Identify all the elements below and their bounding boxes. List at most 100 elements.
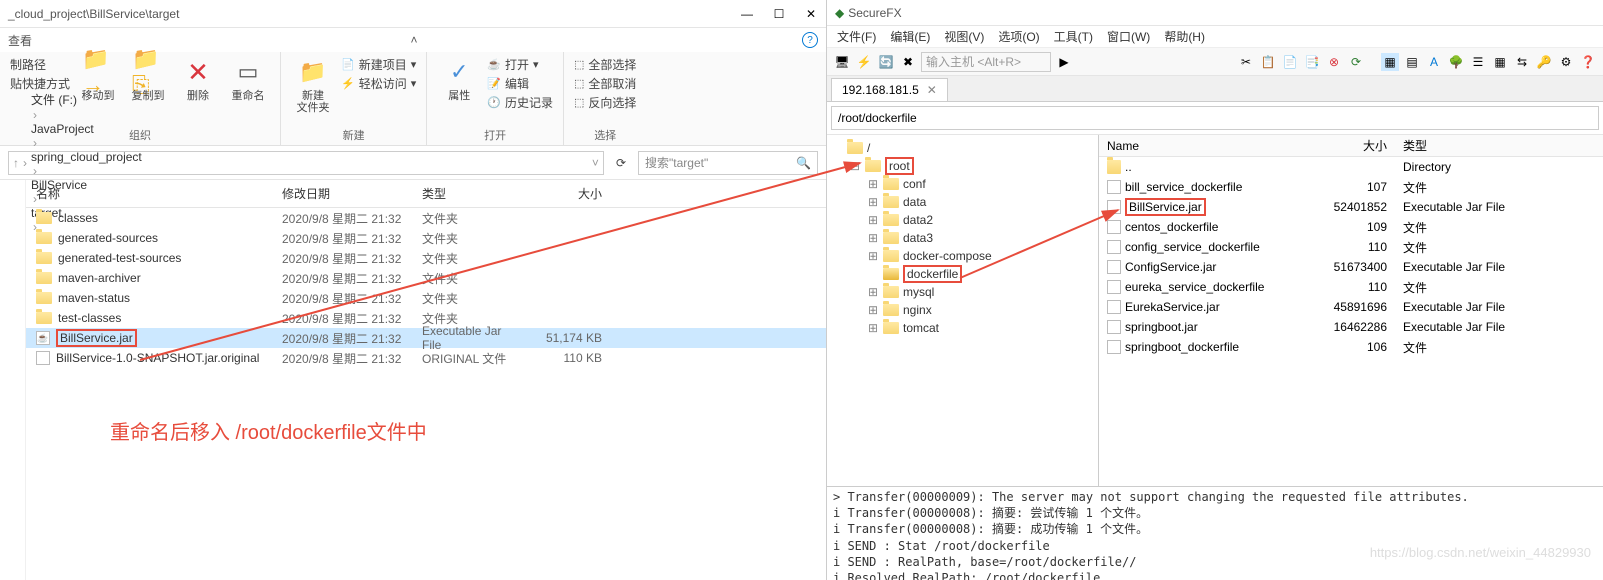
delete-icon[interactable]: ⊗ [1325, 53, 1343, 71]
tree-node[interactable]: ⊞data2 [831, 211, 1094, 229]
copy-icon[interactable]: 📋 [1259, 53, 1277, 71]
collapse-ribbon-icon[interactable]: ˄ [411, 33, 418, 47]
sfx-col-size[interactable]: 大小 [1329, 137, 1395, 154]
paste-icon[interactable]: 📄 [1281, 53, 1299, 71]
tree-node[interactable]: / [831, 139, 1094, 157]
refresh-icon[interactable]: ⟳ [612, 156, 630, 170]
breadcrumb-item[interactable]: 文件 (F:) [31, 91, 142, 108]
sfx-file-row[interactable]: centos_dockerfile109文件 [1099, 217, 1603, 237]
minimize-icon[interactable]: — [740, 7, 754, 21]
tree-node[interactable]: ⊟root [831, 157, 1094, 175]
sfx-file-row[interactable]: ConfigService.jar51673400Executable Jar … [1099, 257, 1603, 277]
settings-icon[interactable]: ⚙ [1557, 53, 1575, 71]
go-icon[interactable]: ▶ [1055, 53, 1073, 71]
refresh-icon[interactable]: ⟳ [1347, 53, 1365, 71]
easy-access-button[interactable]: ⚡ 轻松访问 ▾ [341, 75, 416, 92]
menu-item[interactable]: 工具(T) [1054, 28, 1093, 45]
rename-button[interactable]: ▭ 重命名 [226, 56, 270, 102]
sfx-file-row[interactable]: eureka_service_dockerfile110文件 [1099, 277, 1603, 297]
tree-node[interactable]: ⊞data3 [831, 229, 1094, 247]
tree-node[interactable]: ⊞nginx [831, 301, 1094, 319]
detail-icon[interactable]: ▦ [1491, 53, 1509, 71]
expand-icon[interactable]: ⊞ [867, 285, 879, 299]
paste-shortcut-label[interactable]: 贴快捷方式 [10, 75, 70, 92]
col-size[interactable]: 大小 [532, 185, 612, 202]
expand-icon[interactable]: ⊞ [867, 321, 879, 335]
breadcrumb-item[interactable]: spring_cloud_project [31, 150, 142, 164]
delete-button[interactable]: ✕ 删除 [176, 56, 220, 102]
view3-icon[interactable]: A [1425, 53, 1443, 71]
cut-icon[interactable]: ✂ [1237, 53, 1255, 71]
tree-icon[interactable]: 🌳 [1447, 53, 1465, 71]
col-type[interactable]: 类型 [412, 185, 532, 202]
expand-icon[interactable]: ⊞ [867, 303, 879, 317]
edit-button[interactable]: 📝 编辑 [487, 75, 553, 92]
properties-button[interactable]: ✓ 属性 [437, 56, 481, 102]
sfx-col-type[interactable]: 类型 [1395, 137, 1603, 154]
sfx-file-row[interactable]: EurekaService.jar45891696Executable Jar … [1099, 297, 1603, 317]
sfx-log[interactable]: > Transfer(00000009): The server may not… [827, 486, 1603, 580]
view1-icon[interactable]: ▦ [1381, 53, 1399, 71]
expand-icon[interactable]: ⊞ [867, 249, 879, 263]
breadcrumb-item[interactable]: JavaProject [31, 122, 142, 136]
menu-item[interactable]: 编辑(E) [890, 28, 930, 45]
properties-icon[interactable]: 📑 [1303, 53, 1321, 71]
help-icon[interactable]: ❓ [1579, 53, 1597, 71]
tree-node[interactable]: ⊞docker-compose [831, 247, 1094, 265]
file-row[interactable]: generated-test-sources2020/9/8 星期二 21:32… [26, 248, 826, 268]
menu-item[interactable]: 帮助(H) [1164, 28, 1205, 45]
menu-item[interactable]: 文件(F) [837, 28, 876, 45]
new-folder-button[interactable]: 📁 新建 文件夹 [291, 56, 335, 114]
select-none-button[interactable]: ⬚ 全部取消 [574, 75, 636, 92]
host-input[interactable]: 输入主机 <Alt+R> [921, 52, 1051, 72]
copy-path-label[interactable]: 制路径 [10, 56, 70, 73]
quick-connect-icon[interactable]: ⚡ [855, 53, 873, 71]
sfx-file-row[interactable]: BillService.jar52401852Executable Jar Fi… [1099, 197, 1603, 217]
select-all-button[interactable]: ⬚ 全部选择 [574, 56, 636, 73]
breadcrumb[interactable]: ↑ › 文件 (F:)›JavaProject›spring_cloud_pro… [8, 151, 604, 175]
sfx-file-row[interactable]: springboot.jar16462286Executable Jar Fil… [1099, 317, 1603, 337]
sfx-file-row[interactable]: springboot_dockerfile106文件 [1099, 337, 1603, 357]
sfx-file-row[interactable]: config_service_dockerfile110文件 [1099, 237, 1603, 257]
file-row[interactable]: maven-status2020/9/8 星期二 21:32文件夹 [26, 288, 826, 308]
tab-close-icon[interactable]: ✕ [927, 83, 937, 97]
select-invert-button[interactable]: ⬚ 反向选择 [574, 94, 636, 111]
sfx-tree[interactable]: /⊟root⊞conf⊞data⊞data2⊞data3⊞docker-comp… [827, 135, 1099, 486]
file-row[interactable]: BillService-1.0-SNAPSHOT.jar.original202… [26, 348, 826, 368]
sfx-tab[interactable]: 192.168.181.5 ✕ [831, 78, 948, 101]
tree-node[interactable]: ⊞mysql [831, 283, 1094, 301]
connect-icon[interactable]: 🖥 [833, 53, 851, 71]
sync-icon[interactable]: ⇆ [1513, 53, 1531, 71]
reconnect-icon[interactable]: 🔄 [877, 53, 895, 71]
expand-icon[interactable]: ⊞ [867, 213, 879, 227]
expand-icon[interactable]: ⊞ [867, 177, 879, 191]
file-row[interactable]: maven-archiver2020/9/8 星期二 21:32文件夹 [26, 268, 826, 288]
sfx-file-row[interactable]: ..Directory [1099, 157, 1603, 177]
open-button[interactable]: ☕ 打开 ▾ [487, 56, 553, 73]
column-headers[interactable]: 名称 修改日期 类型 大小 [26, 180, 826, 208]
menu-item[interactable]: 选项(O) [998, 28, 1039, 45]
tree-node[interactable]: ⊞data [831, 193, 1094, 211]
menu-item[interactable]: 视图(V) [944, 28, 984, 45]
file-row[interactable]: classes2020/9/8 星期二 21:32文件夹 [26, 208, 826, 228]
close-icon[interactable]: ✕ [804, 7, 818, 21]
sfx-file-row[interactable]: bill_service_dockerfile107文件 [1099, 177, 1603, 197]
new-item-button[interactable]: 📄 新建项目 ▾ [341, 56, 416, 73]
tree-node[interactable]: ⊞tomcat [831, 319, 1094, 337]
expand-icon[interactable]: ⊞ [867, 195, 879, 209]
file-row[interactable]: generated-sources2020/9/8 星期二 21:32文件夹 [26, 228, 826, 248]
file-row[interactable]: ☕BillService.jar2020/9/8 星期二 21:32Execut… [26, 328, 826, 348]
view2-icon[interactable]: ▤ [1403, 53, 1421, 71]
view-tab[interactable]: 查看 [8, 32, 32, 49]
expand-icon[interactable]: ⊞ [867, 231, 879, 245]
list-icon[interactable]: ☰ [1469, 53, 1487, 71]
tree-node[interactable]: ⊞conf [831, 175, 1094, 193]
key-icon[interactable]: 🔑 [1535, 53, 1553, 71]
sfx-path-input[interactable]: /root/dockerfile [831, 106, 1599, 130]
sfx-col-name[interactable]: Name [1099, 139, 1329, 153]
col-date[interactable]: 修改日期 [272, 185, 412, 202]
sfx-column-headers[interactable]: Name 大小 类型 [1099, 135, 1603, 157]
search-input[interactable]: 搜索"target" 🔍 [638, 151, 818, 175]
col-name[interactable]: 名称 [26, 185, 272, 202]
disconnect-icon[interactable]: ✖ [899, 53, 917, 71]
